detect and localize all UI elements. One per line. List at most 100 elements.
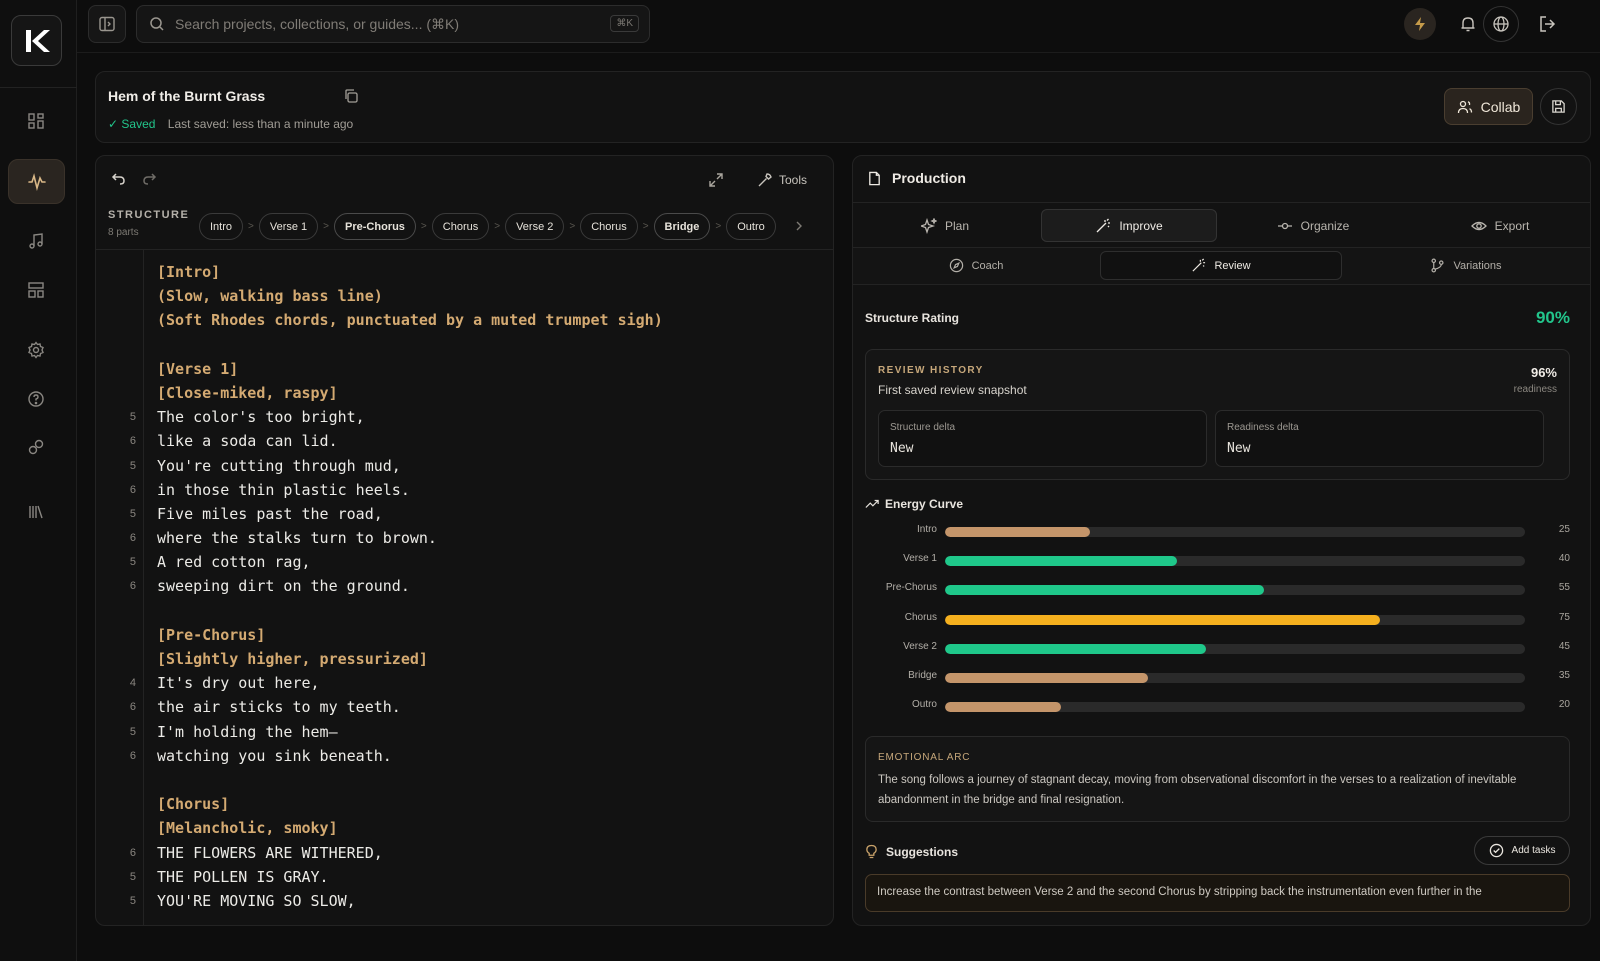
syllable-count: 5 xyxy=(129,411,136,424)
lyric-line[interactable]: 5 The color's too bright, xyxy=(96,405,833,429)
section-pill[interactable]: Verse 1 xyxy=(258,213,319,240)
tab-improve[interactable]: Improve xyxy=(1041,209,1217,242)
section-pill[interactable]: Pre-Chorus xyxy=(334,213,416,240)
lyric-line[interactable]: 5 You're cutting through mud, xyxy=(96,454,833,478)
collab-button[interactable]: Collab xyxy=(1444,88,1533,125)
tab-improve-label: Improve xyxy=(1119,218,1163,233)
sidebar-toggle-icon xyxy=(99,16,115,32)
section-pill[interactable]: Intro xyxy=(199,213,244,240)
undo-button[interactable] xyxy=(108,170,128,190)
lyric-line[interactable]: 5 I'm holding the hem— xyxy=(96,720,833,744)
subtab-review[interactable]: Review xyxy=(1100,251,1342,280)
tools-button[interactable]: Tools xyxy=(757,168,807,192)
lyrics-text[interactable]: [Intro] (Slow, walking bass line) (Soft Rh… xyxy=(96,260,833,913)
copy-button[interactable] xyxy=(343,88,359,109)
help-icon[interactable] xyxy=(24,387,48,411)
redo-button[interactable] xyxy=(140,170,160,190)
lyric-line[interactable]: 5 YOU'RE MOVING SO SLOW, xyxy=(96,889,833,913)
language-button[interactable] xyxy=(1483,6,1519,42)
suggestions-header: Suggestions xyxy=(865,844,958,859)
lyric-line[interactable]: 5 Five miles past the road, xyxy=(96,502,833,526)
section-tag: [Intro] xyxy=(157,263,221,281)
music-note-icon[interactable] xyxy=(24,229,48,253)
tab-organize[interactable]: Organize xyxy=(1221,209,1405,242)
tab-export[interactable]: Export xyxy=(1408,209,1590,242)
energy-bar xyxy=(945,585,1264,596)
energy-bar xyxy=(945,673,1148,683)
energy-track xyxy=(945,673,1525,683)
layout-icon[interactable] xyxy=(24,278,48,302)
lyric-line[interactable]: [Close-miked, raspy] xyxy=(96,381,833,405)
link-icon[interactable] xyxy=(24,435,48,459)
suggestion-item[interactable]: Increase the contrast between Verse 2 an… xyxy=(865,874,1570,912)
lyric-line[interactable]: 6 like a soda can lid. xyxy=(96,429,833,453)
undo-icon xyxy=(111,173,125,185)
library-icon[interactable] xyxy=(24,500,48,524)
lyric-line[interactable] xyxy=(96,333,833,357)
lyric-line[interactable]: 5 THE POLLEN IS GRAY. xyxy=(96,865,833,889)
quick-action-button[interactable] xyxy=(1404,8,1436,40)
lyric-line[interactable]: [Pre-Chorus] xyxy=(96,623,833,647)
subtab-variations-label: Variations xyxy=(1453,259,1502,272)
document-icon xyxy=(869,171,880,185)
scroll-right-button[interactable] xyxy=(792,219,806,233)
structure-count: 8 parts xyxy=(108,227,139,238)
lyric-line[interactable]: [Melancholic, smoky] xyxy=(96,816,833,840)
add-tasks-button[interactable]: Add tasks xyxy=(1474,836,1570,865)
syllable-count: 6 xyxy=(129,701,136,714)
lyric-text: I'm holding the hem— xyxy=(157,722,338,741)
lyric-line[interactable]: [Chorus] xyxy=(96,792,833,816)
trending-up-icon xyxy=(865,499,879,508)
energy-value: 25 xyxy=(1558,524,1570,535)
lyric-line[interactable]: (Slow, walking bass line) xyxy=(96,284,833,308)
notifications-button[interactable] xyxy=(1452,8,1484,40)
lyric-line[interactable] xyxy=(96,599,833,623)
structure-delta-value: New xyxy=(890,441,914,456)
section-pill[interactable]: Chorus xyxy=(580,213,638,240)
structure-pills: Intro > Verse 1 > Pre-Chorus > Chorus > … xyxy=(199,213,776,240)
energy-track xyxy=(945,527,1525,537)
syllable-count xyxy=(96,599,136,623)
production-header: Production xyxy=(867,170,966,186)
lyric-line[interactable] xyxy=(96,768,833,792)
energy-bar xyxy=(945,702,1061,713)
lyric-text: The color's too bright, xyxy=(157,408,365,427)
lyric-line[interactable]: [Intro] xyxy=(96,260,833,284)
lyric-line[interactable]: 5 A red cotton rag, xyxy=(96,550,833,574)
subtab-coach[interactable]: Coach xyxy=(853,251,1099,280)
syllable-count: 5 xyxy=(129,459,136,472)
lyric-line[interactable]: 6 THE FLOWERS ARE WITHERED, xyxy=(96,841,833,865)
section-pill[interactable]: Verse 2 xyxy=(505,213,565,240)
logout-button[interactable] xyxy=(1532,8,1564,40)
search-input[interactable] xyxy=(175,16,595,32)
gear-icon[interactable] xyxy=(24,338,48,362)
lyric-line[interactable]: 6 the air sticks to my teeth. xyxy=(96,695,833,719)
save-button[interactable] xyxy=(1540,88,1577,125)
lyric-line[interactable]: [Verse 1] xyxy=(96,357,833,381)
add-tasks-label: Add tasks xyxy=(1511,845,1556,856)
check-circle-icon xyxy=(1489,843,1503,858)
section-pill[interactable]: Outro xyxy=(726,213,776,240)
pill-separator: > xyxy=(642,221,649,232)
dashboard-icon[interactable] xyxy=(24,109,48,133)
production-title: Production xyxy=(892,170,966,186)
lyric-line[interactable]: 6 watching you sink beneath. xyxy=(96,744,833,768)
syllable-count: 5 xyxy=(129,894,136,907)
section-pill[interactable]: Chorus xyxy=(431,213,490,240)
app-logo[interactable] xyxy=(11,15,62,66)
lyric-line[interactable]: 6 where the stalks turn to brown. xyxy=(96,526,833,550)
search-bar[interactable]: ⌘K xyxy=(136,5,650,43)
lyric-line[interactable]: [Slightly higher, pressurized] xyxy=(96,647,833,671)
panel-toggle-button[interactable] xyxy=(88,5,126,43)
lyric-line[interactable]: 6 sweeping dirt on the ground. xyxy=(96,574,833,598)
lyric-line[interactable]: 6 in those thin plastic heels. xyxy=(96,478,833,502)
tab-plan[interactable]: Plan xyxy=(853,209,1037,242)
subtab-variations[interactable]: Variations xyxy=(1343,251,1589,280)
section-pill[interactable]: Bridge xyxy=(653,213,711,240)
lyric-line[interactable]: 4 It's dry out here, xyxy=(96,671,833,695)
magic-wand-icon xyxy=(1096,218,1111,232)
expand-button[interactable] xyxy=(706,170,726,190)
lyric-line[interactable]: (Soft Rhodes chords, punctuated by a mut… xyxy=(96,308,833,332)
waveform-icon[interactable] xyxy=(8,159,65,204)
pill-separator: > xyxy=(715,221,722,232)
